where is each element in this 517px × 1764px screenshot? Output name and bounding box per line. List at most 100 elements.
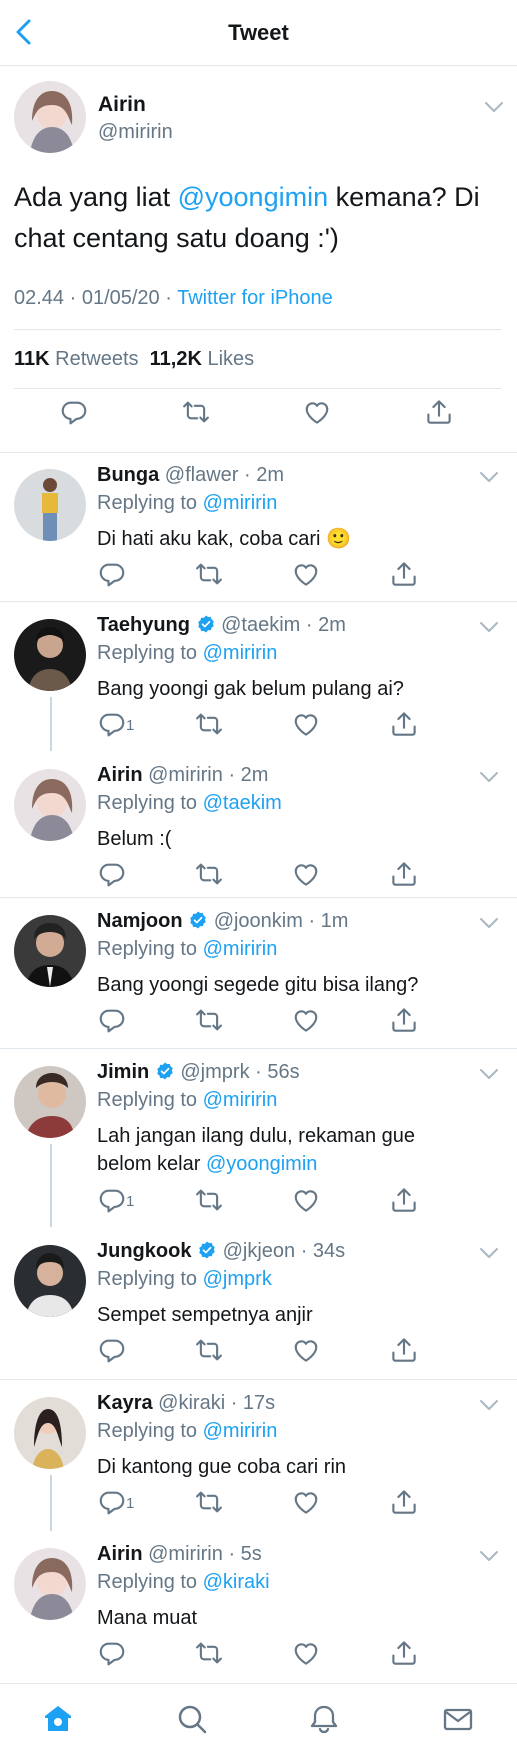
- mention-link[interactable]: @jmprk: [203, 1268, 272, 1290]
- reply-count: 1: [126, 717, 135, 734]
- emoji: 🙂: [326, 528, 351, 550]
- retweet-icon[interactable]: [194, 859, 224, 889]
- share-icon[interactable]: [389, 1335, 419, 1365]
- replying-to: Replying to @miririn: [97, 1089, 278, 1111]
- chevron-down-icon[interactable]: [478, 1246, 500, 1260]
- like-icon[interactable]: [291, 559, 321, 589]
- avatar[interactable]: [14, 915, 86, 987]
- reply-actions: [0, 1005, 517, 1035]
- share-icon[interactable]: [389, 709, 419, 739]
- reply-tweet[interactable]: Kayra @kiraki · 17s Replying to @miririn…: [0, 1380, 517, 1531]
- reply-tweet[interactable]: Jimin @jmprk · 56s Replying to @miririn …: [0, 1049, 517, 1227]
- chevron-down-icon[interactable]: [478, 620, 500, 634]
- likes-stat[interactable]: 11,2K Likes: [150, 348, 255, 370]
- reply-icon[interactable]: [97, 1185, 127, 1215]
- reply-tweet[interactable]: Namjoon @joonkim · 1m Replying to @mirir…: [0, 898, 517, 1049]
- mention-link[interactable]: @miririn: [203, 642, 278, 664]
- retweet-icon[interactable]: [194, 1335, 224, 1365]
- avatar[interactable]: [14, 469, 86, 541]
- reply-icon[interactable]: [97, 1005, 127, 1035]
- like-icon[interactable]: [291, 709, 321, 739]
- notifications-icon[interactable]: [307, 1702, 341, 1736]
- like-icon[interactable]: [291, 859, 321, 889]
- avatar[interactable]: [14, 1245, 86, 1317]
- like-icon[interactable]: [291, 1335, 321, 1365]
- reply-actions: [0, 859, 517, 889]
- reply-tweet[interactable]: Airin @miririn · 5s Replying to @kiraki …: [0, 1531, 517, 1682]
- source-link[interactable]: Twitter for iPhone: [177, 287, 333, 309]
- reply-icon[interactable]: [97, 1487, 127, 1517]
- share-icon[interactable]: [424, 397, 454, 427]
- author-handle[interactable]: @miririn: [98, 121, 173, 144]
- avatar[interactable]: [14, 769, 86, 841]
- reply-tweet[interactable]: Airin @miririn · 2m Replying to @taekim …: [0, 752, 517, 898]
- verified-badge-icon: [197, 1240, 217, 1260]
- chevron-down-icon[interactable]: [478, 1549, 500, 1563]
- retweet-icon[interactable]: [194, 1005, 224, 1035]
- share-icon[interactable]: [389, 1185, 419, 1215]
- chevron-down-icon[interactable]: [478, 470, 500, 484]
- replying-to: Replying to @jmprk: [97, 1268, 272, 1290]
- reply-icon[interactable]: [97, 859, 127, 889]
- like-icon[interactable]: [291, 1185, 321, 1215]
- retweet-icon[interactable]: [194, 1638, 224, 1668]
- verified-badge-icon: [188, 910, 208, 930]
- like-icon[interactable]: [302, 397, 332, 427]
- chevron-down-icon[interactable]: [483, 100, 505, 114]
- reply-icon[interactable]: [97, 1335, 127, 1365]
- avatar[interactable]: [14, 1548, 86, 1620]
- mention-link[interactable]: @yoongimin: [178, 182, 328, 212]
- reply-tweet[interactable]: Jungkook @jkjeon · 34s Replying to @jmpr…: [0, 1228, 517, 1380]
- chevron-down-icon[interactable]: [478, 1398, 500, 1412]
- reply-actions: [0, 1638, 517, 1668]
- reply-actions: [0, 559, 517, 589]
- chevron-down-icon[interactable]: [478, 770, 500, 784]
- share-icon[interactable]: [389, 1487, 419, 1517]
- share-icon[interactable]: [389, 1005, 419, 1035]
- reply-icon[interactable]: [97, 709, 127, 739]
- reply-actions: [0, 1335, 517, 1365]
- messages-icon[interactable]: [441, 1702, 475, 1736]
- retweet-icon[interactable]: [194, 1487, 224, 1517]
- verified-badge-icon: [155, 1061, 175, 1081]
- replying-to: Replying to @taekim: [97, 792, 282, 814]
- search-icon[interactable]: [175, 1702, 209, 1736]
- reply-icon[interactable]: [59, 397, 89, 427]
- avatar[interactable]: [14, 619, 86, 691]
- retweet-icon[interactable]: [194, 709, 224, 739]
- chevron-down-icon[interactable]: [478, 1067, 500, 1081]
- home-icon[interactable]: [41, 1702, 75, 1736]
- mention-link[interactable]: @miririn: [203, 1420, 278, 1442]
- mention-link[interactable]: @miririn: [203, 938, 278, 960]
- share-icon[interactable]: [389, 1638, 419, 1668]
- mention-link[interactable]: @taekim: [203, 792, 282, 814]
- reply-icon[interactable]: [97, 559, 127, 589]
- share-icon[interactable]: [389, 859, 419, 889]
- mention-link[interactable]: @kiraki: [203, 1571, 270, 1593]
- retweet-icon[interactable]: [181, 397, 211, 427]
- reply-count: 1: [126, 1495, 135, 1512]
- mention-link[interactable]: @miririn: [203, 1089, 278, 1111]
- retweet-icon[interactable]: [194, 1185, 224, 1215]
- tweet-stats: 11K Retweets 11,2K Likes: [14, 348, 254, 371]
- avatar[interactable]: [14, 1397, 86, 1469]
- like-icon[interactable]: [291, 1005, 321, 1035]
- divider: [14, 388, 501, 389]
- like-icon[interactable]: [291, 1487, 321, 1517]
- retweets-stat[interactable]: 11K Retweets: [14, 348, 139, 370]
- chevron-down-icon[interactable]: [478, 916, 500, 930]
- like-icon[interactable]: [291, 1638, 321, 1668]
- reply-actions: 1: [0, 1487, 517, 1517]
- reply-icon[interactable]: [97, 1638, 127, 1668]
- avatar[interactable]: [14, 1066, 86, 1138]
- share-icon[interactable]: [389, 559, 419, 589]
- avatar[interactable]: [14, 81, 86, 153]
- mention-link[interactable]: @miririn: [203, 492, 278, 514]
- reply-text: Bang yoongi segede gitu bisa ilang?: [97, 974, 419, 996]
- author-name[interactable]: Airin: [98, 93, 146, 117]
- reply-tweet[interactable]: Taehyung @taekim · 2m Replying to @mirir…: [0, 602, 517, 751]
- mention-link[interactable]: @yoongimin: [206, 1153, 317, 1175]
- reply-text: Bang yoongi gak belum pulang ai?: [97, 678, 404, 700]
- reply-tweet[interactable]: Bunga @flawer · 2m Replying to @miririn …: [0, 452, 517, 602]
- retweet-icon[interactable]: [194, 559, 224, 589]
